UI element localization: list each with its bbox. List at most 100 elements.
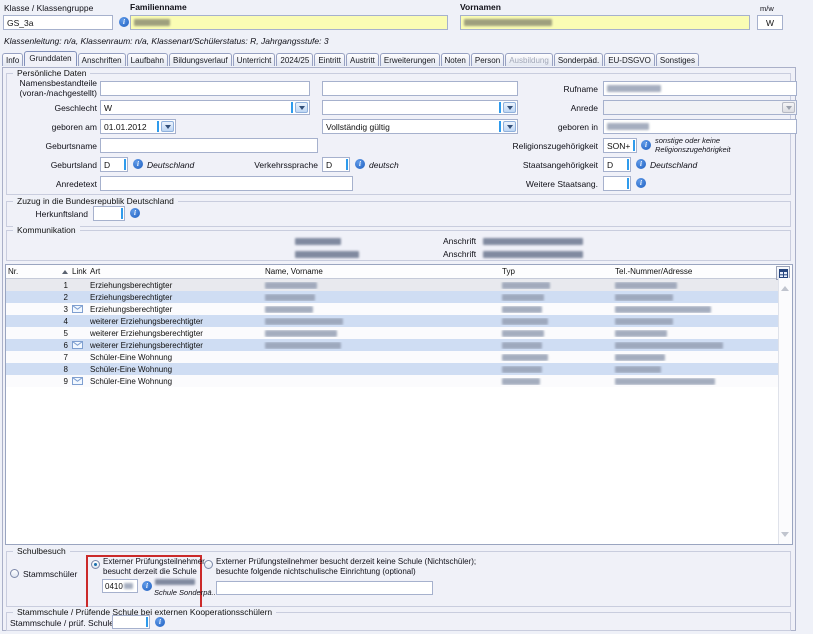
stammschueler-radio[interactable] <box>10 569 19 578</box>
geboren-am-input[interactable]: 01.01.2012 <box>100 119 176 134</box>
stammschule-label: Stammschule / prüf. Schule <box>10 618 114 628</box>
geburtsland-input[interactable]: D <box>100 157 128 172</box>
tab-sonderp-d-[interactable]: Sonderpäd. <box>554 53 603 66</box>
table-row-6[interactable]: 6weiterer Erziehungsberechtigter <box>6 339 792 351</box>
staatsangehoerigkeit-info-icon[interactable]: i <box>636 159 646 169</box>
tab-info[interactable]: Info <box>2 53 23 66</box>
stammschule-input[interactable] <box>112 615 150 629</box>
cell-art: weiterer Erziehungsberechtigter <box>88 317 263 326</box>
herkunftsland-info-icon[interactable]: i <box>130 208 140 218</box>
tab-noten[interactable]: Noten <box>441 53 470 66</box>
col-art[interactable]: Art <box>88 267 263 276</box>
zuzug-legend: Zuzug in die Bundesrepublik Deutschland <box>13 196 178 206</box>
tab-eintritt[interactable]: Eintritt <box>314 53 345 66</box>
cell-nr: 3 <box>6 305 70 314</box>
familienname-input[interactable] <box>130 15 448 30</box>
tab-grunddaten[interactable]: Grunddaten <box>24 51 76 66</box>
caret-bar <box>146 617 148 627</box>
col-link[interactable]: Link <box>70 267 88 276</box>
familienname-label: Familienname <box>130 2 187 12</box>
cell-name <box>263 282 500 289</box>
cell-nr: 5 <box>6 329 70 338</box>
tab-ausbildung[interactable]: Ausbildung <box>505 53 553 66</box>
geburtsname-label: Geburtsname <box>0 141 97 151</box>
anredetext-input[interactable] <box>100 176 353 191</box>
redacted-text <box>295 251 359 258</box>
scroll-down-icon[interactable] <box>781 532 789 541</box>
tab-bildungsverlauf[interactable]: Bildungsverlauf <box>169 53 232 66</box>
caret-bar <box>124 159 126 170</box>
verkehrssprache-label: Verkehrssprache <box>210 160 318 170</box>
schild-grunddaten-window: Klasse / Klassengruppe GS_3a i Familienn… <box>0 0 813 634</box>
religion-input[interactable]: SON+ <box>603 138 637 153</box>
col-name-vorname[interactable]: Name, Vorname <box>263 267 500 276</box>
table-row-9[interactable]: 9Schüler-Eine Wohnung <box>6 375 792 387</box>
cell-name <box>263 330 500 337</box>
table-row-2[interactable]: 2Erziehungsberechtigter <box>6 291 792 303</box>
cell-art: Erziehungsberechtigter <box>88 281 263 290</box>
table-row-3[interactable]: 3Erziehungsberechtigter <box>6 303 792 315</box>
table-row-4[interactable]: 4weiterer Erziehungsberechtigter <box>6 315 792 327</box>
staatsangehoerigkeit-hint: Deutschland <box>650 160 697 170</box>
mw-input[interactable]: W <box>757 15 783 30</box>
schulnummer-info-icon[interactable]: i <box>142 581 152 591</box>
tab-person[interactable]: Person <box>471 53 504 66</box>
cell-tel <box>613 282 792 289</box>
chevron-down-icon[interactable] <box>161 121 174 132</box>
sort-asc-icon <box>62 267 68 274</box>
opt2-label-line1: Externer Prüfungsteilnehmer <box>103 557 205 566</box>
tab-eu-dsgvo[interactable]: EU-DSGVO <box>604 53 655 66</box>
herkunftsland-input[interactable] <box>93 206 125 221</box>
geboren-in-input[interactable] <box>603 119 797 134</box>
caret-bar <box>627 178 629 189</box>
religion-info-icon[interactable]: i <box>641 140 651 150</box>
schulnummer-input[interactable]: 0410 <box>102 579 138 593</box>
weitere-staatsang-input[interactable] <box>603 176 631 191</box>
tab-sonstiges[interactable]: Sonstiges <box>656 53 699 66</box>
cell-art: weiterer Erziehungsberechtigter <box>88 329 263 338</box>
cell-tel <box>613 342 792 349</box>
nichtschueler-radio[interactable] <box>204 560 213 569</box>
redacted-text <box>607 123 649 130</box>
tab-unterricht[interactable]: Unterricht <box>233 53 276 66</box>
tab-2024-25[interactable]: 2024/25 <box>276 53 313 66</box>
geschlecht-select[interactable]: W <box>100 100 310 115</box>
tab-erweiterungen[interactable]: Erweiterungen <box>380 53 440 66</box>
rufname-input[interactable] <box>603 81 797 96</box>
geburtsland-info-icon[interactable]: i <box>133 159 143 169</box>
table-scrollbar[interactable] <box>778 278 792 544</box>
stammschule-info-icon[interactable]: i <box>155 617 165 627</box>
chevron-down-icon[interactable] <box>295 102 308 113</box>
verkehrssprache-info-icon[interactable]: i <box>355 159 365 169</box>
klasse-info-icon[interactable]: i <box>119 17 129 27</box>
tab-laufbahn[interactable]: Laufbahn <box>127 53 168 66</box>
table-row-1[interactable]: 1Erziehungsberechtigter <box>6 279 792 291</box>
namensbestandteile-vorangestellt-input[interactable] <box>100 81 310 96</box>
externer-prueflingsteilnehmer-radio[interactable] <box>91 560 100 569</box>
vornamen-input[interactable] <box>460 15 750 30</box>
weitere-staatsang-info-icon[interactable]: i <box>636 178 646 188</box>
table-row-8[interactable]: 8Schüler-Eine Wohnung <box>6 363 792 375</box>
nichtschulische-einrichtung-input[interactable] <box>216 581 433 595</box>
anrede-select[interactable] <box>603 100 797 115</box>
table-row-5[interactable]: 5 weiterer Erziehungsberechtigter <box>6 327 792 339</box>
religion-label: Religionszugehörigkeit <box>450 141 598 151</box>
col-nr[interactable]: Nr. <box>8 267 18 276</box>
col-typ[interactable]: Typ <box>500 267 613 276</box>
scroll-up-icon[interactable] <box>781 282 789 291</box>
col-tel-adresse[interactable]: Tel.-Nummer/Adresse <box>613 267 792 276</box>
tab-anschriften[interactable]: Anschriften <box>78 53 126 66</box>
cell-tel <box>613 366 792 373</box>
table-header[interactable]: Nr. Link Art Name, Vorname Typ Tel.-Numm… <box>6 265 792 279</box>
klasse-input[interactable]: GS_3a <box>3 15 113 30</box>
redacted-text <box>134 19 170 26</box>
caret-bar <box>157 121 159 132</box>
staatsangehoerigkeit-input[interactable]: D <box>603 157 631 172</box>
verkehrssprache-input[interactable]: D <box>322 157 350 172</box>
redacted-text <box>464 19 552 26</box>
cell-typ <box>500 342 613 349</box>
table-row-7[interactable]: 7Schüler-Eine Wohnung <box>6 351 792 363</box>
cell-tel <box>613 306 792 313</box>
tab-austritt[interactable]: Austritt <box>346 53 379 66</box>
geburtsname-input[interactable] <box>100 138 318 153</box>
